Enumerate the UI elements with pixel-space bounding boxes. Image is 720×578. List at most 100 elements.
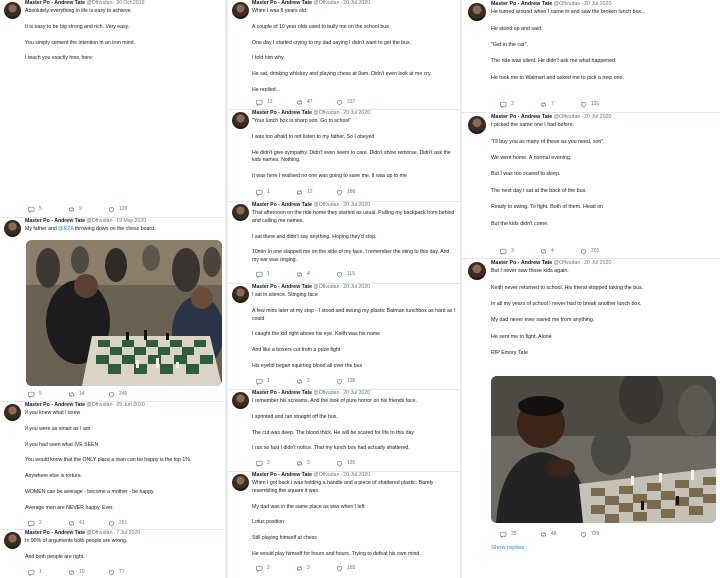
author-name[interactable]: Master Po - Andrew Tate bbox=[252, 0, 312, 6]
author-name[interactable]: Master Po - Andrew Tate bbox=[491, 260, 552, 266]
author-handle[interactable]: @Ofivudan bbox=[86, 530, 112, 536]
author-handle[interactable]: @Ofivudan bbox=[554, 260, 581, 266]
retweet-button[interactable]: 47 bbox=[296, 98, 322, 106]
avatar[interactable] bbox=[4, 2, 21, 19]
avatar[interactable] bbox=[232, 204, 249, 221]
reply-button[interactable]: 1 bbox=[28, 568, 54, 576]
tweet-date[interactable]: 20 Jul 2020 bbox=[343, 0, 370, 6]
author-handle[interactable]: @Ofivudan bbox=[86, 402, 112, 408]
retweet-button[interactable]: 10 bbox=[68, 568, 94, 576]
like-button[interactable]: 155 bbox=[336, 564, 362, 572]
avatar[interactable] bbox=[4, 220, 21, 237]
author-name[interactable]: Master Po - Andrew Tate bbox=[252, 472, 312, 478]
like-button[interactable]: 729 bbox=[580, 530, 606, 538]
reply-button[interactable]: 25 bbox=[500, 530, 526, 538]
reply-button[interactable]: 3 bbox=[500, 247, 526, 255]
tweet-date[interactable]: 29 Jun 2020 bbox=[116, 402, 145, 408]
tweet[interactable]: Master Po - Andrew Tate @Ofivudan·20 Jul… bbox=[228, 284, 460, 390]
reply-button[interactable]: 1 bbox=[256, 270, 282, 278]
mention-link[interactable]: @RZA bbox=[58, 226, 73, 232]
tweet-date[interactable]: 19 May 2020 bbox=[116, 218, 146, 224]
tweet[interactable]: Master Po - Andrew Tate @Ofivudan·20 Jul… bbox=[462, 0, 720, 113]
author-handle[interactable]: @Ofivudan bbox=[554, 1, 581, 7]
reply-button[interactable]: 2 bbox=[256, 459, 282, 467]
author-name[interactable]: Master Po - Andrew Tate bbox=[252, 202, 312, 208]
avatar[interactable] bbox=[232, 112, 249, 129]
author-name[interactable]: Master Po - Andrew Tate bbox=[25, 0, 85, 6]
reply-button[interactable]: 1 bbox=[256, 377, 282, 385]
retweet-button[interactable]: 48 bbox=[540, 530, 566, 538]
tweet[interactable]: Master Po - Andrew Tate @Ofivudan·19 May… bbox=[0, 218, 225, 402]
avatar[interactable] bbox=[468, 116, 486, 134]
author-name[interactable]: Master Po - Andrew Tate bbox=[491, 1, 552, 7]
like-button[interactable]: 186 bbox=[336, 188, 362, 196]
tweet[interactable]: Master Po - Andrew Tate @Ofivudan·29 Jun… bbox=[0, 402, 225, 530]
retweet-button[interactable]: 9 bbox=[68, 205, 94, 213]
retweet-button[interactable]: 4 bbox=[540, 247, 566, 255]
reply-button[interactable]: 1 bbox=[256, 188, 282, 196]
author-name[interactable]: Master Po - Andrew Tate bbox=[25, 402, 85, 408]
avatar[interactable] bbox=[4, 532, 21, 549]
avatar[interactable] bbox=[232, 392, 249, 409]
tweet[interactable]: Master Po - Andrew Tate @Ofivudan·20 Jul… bbox=[228, 472, 460, 578]
reply-button[interactable]: 2 bbox=[28, 519, 54, 527]
tweet[interactable]: Master Po - Andrew Tate @Ofivudan·26 Oct… bbox=[0, 0, 225, 218]
like-button[interactable]: 120 bbox=[108, 205, 134, 213]
author-handle[interactable]: @Ofivudan bbox=[313, 202, 339, 208]
tweet[interactable]: Master Po - Andrew Tate @Ofivudan·7 Jul … bbox=[0, 530, 225, 578]
avatar[interactable] bbox=[468, 3, 486, 21]
retweet-button[interactable]: 41 bbox=[68, 519, 94, 527]
tweet-date[interactable]: 20 Jul 2020 bbox=[343, 390, 370, 396]
avatar[interactable] bbox=[4, 404, 21, 421]
author-handle[interactable]: @Ofivudan bbox=[313, 110, 339, 116]
tweet[interactable]: Master Po - Andrew Tate @Ofivudan·20 Jul… bbox=[462, 113, 720, 259]
retweet-button[interactable]: 7 bbox=[540, 100, 566, 108]
author-handle[interactable]: @Ofivudan bbox=[86, 0, 112, 6]
tweet[interactable]: Master Po - Andrew Tate @Ofivudan·20 Jul… bbox=[228, 0, 460, 110]
like-button[interactable]: 131 bbox=[580, 100, 606, 108]
like-button[interactable]: 201 bbox=[580, 247, 606, 255]
retweet-button[interactable]: 4 bbox=[296, 270, 322, 278]
author-handle[interactable]: @Ofivudan bbox=[313, 472, 339, 478]
reply-button[interactable]: 2 bbox=[256, 564, 282, 572]
reply-button[interactable]: 12 bbox=[256, 98, 282, 106]
tweet-date[interactable]: 20 Jul 2020 bbox=[343, 472, 370, 478]
like-button[interactable]: 237 bbox=[336, 98, 362, 106]
retweet-button[interactable]: 2 bbox=[296, 377, 322, 385]
tweet[interactable]: Master Po - Andrew Tate @Ofivudan·20 Jul… bbox=[462, 259, 720, 578]
reply-button[interactable]: 5 bbox=[28, 205, 54, 213]
tweet-date[interactable]: 20 Jul 2020 bbox=[343, 202, 370, 208]
avatar[interactable] bbox=[232, 2, 249, 19]
author-name[interactable]: Master Po - Andrew Tate bbox=[252, 284, 312, 290]
tweet-date[interactable]: 20 Jul 2020 bbox=[584, 114, 611, 120]
tweet-date[interactable]: 20 Jul 2020 bbox=[343, 284, 370, 290]
author-handle[interactable]: @Ofivudan bbox=[554, 114, 581, 120]
retweet-button[interactable]: 3 bbox=[296, 564, 322, 572]
avatar[interactable] bbox=[468, 262, 486, 280]
show-replies-link[interactable]: Show replies bbox=[491, 545, 524, 551]
like-button[interactable]: 136 bbox=[336, 377, 362, 385]
author-name[interactable]: Master Po - Andrew Tate bbox=[25, 218, 85, 224]
tweet[interactable]: Master Po - Andrew Tate @Ofivudan·20 Jul… bbox=[228, 110, 460, 202]
tweet[interactable]: Master Po - Andrew Tate @Ofivudan·20 Jul… bbox=[228, 202, 460, 284]
like-button[interactable]: 77 bbox=[108, 568, 134, 576]
retweet-button[interactable]: 14 bbox=[68, 390, 94, 398]
retweet-button[interactable]: 3 bbox=[296, 459, 322, 467]
author-name[interactable]: Master Po - Andrew Tate bbox=[25, 530, 85, 536]
author-handle[interactable]: @Ofivudan bbox=[313, 284, 339, 290]
emory-tate-photo[interactable] bbox=[491, 376, 716, 523]
retweet-button[interactable]: 12 bbox=[296, 188, 322, 196]
tweet[interactable]: Master Po - Andrew Tate @Ofivudan·20 Jul… bbox=[228, 390, 460, 472]
tweet-date[interactable]: 20 Jul 2020 bbox=[584, 1, 611, 7]
author-name[interactable]: Master Po - Andrew Tate bbox=[491, 114, 552, 120]
author-handle[interactable]: @Ofivudan bbox=[313, 0, 339, 6]
author-handle[interactable]: @Ofivudan bbox=[313, 390, 339, 396]
like-button[interactable]: 115 bbox=[336, 270, 362, 278]
chess-photo[interactable] bbox=[26, 240, 222, 386]
avatar[interactable] bbox=[232, 286, 249, 303]
author-name[interactable]: Master Po - Andrew Tate bbox=[252, 110, 312, 116]
tweet-date[interactable]: 20 Jul 2020 bbox=[584, 260, 611, 266]
like-button[interactable]: 135 bbox=[336, 459, 362, 467]
like-button[interactable]: 261 bbox=[108, 519, 134, 527]
tweet-date[interactable]: 7 Jul 2020 bbox=[116, 530, 140, 536]
